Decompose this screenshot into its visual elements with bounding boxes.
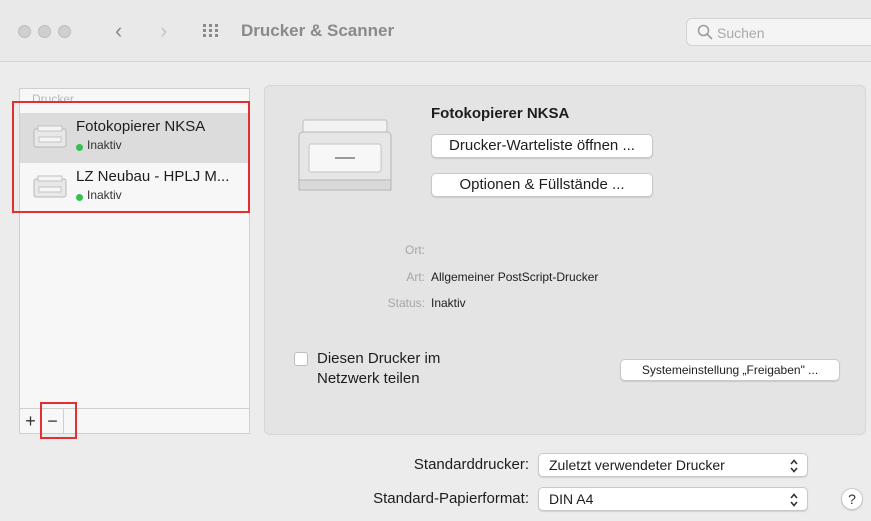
printer-list-item[interactable]: LZ Neubau - HPLJ M... Inaktiv — [20, 163, 249, 213]
printer-status: Inaktiv — [87, 138, 122, 152]
default-printer-select[interactable]: Zuletzt verwendeter Drucker — [538, 453, 808, 477]
window-title: Drucker & Scanner — [241, 21, 395, 40]
search-field[interactable] — [686, 18, 871, 46]
show-all-button[interactable] — [203, 22, 219, 38]
printer-name: Fotokopierer NKSA — [76, 118, 206, 135]
default-printer-label: Standarddrucker: — [413, 456, 529, 473]
printer-name: LZ Neubau - HPLJ M... — [76, 168, 230, 185]
printer-status: Inaktiv — [87, 188, 122, 202]
paper-size-value: DIN A4 — [549, 491, 594, 507]
share-printer-label[interactable]: Diesen Drucker im Netzwerk teilen — [317, 349, 497, 389]
location-label: Ort: — [405, 243, 425, 257]
paper-size-label: Standard-Papierformat: — [373, 490, 529, 507]
status-dot — [76, 194, 83, 201]
zoom-window-button[interactable] — [58, 25, 71, 38]
search-input[interactable] — [717, 23, 867, 43]
chevron-right-icon: › — [160, 18, 168, 43]
status-value: Inaktiv — [431, 296, 466, 310]
kind-label: Art: — [406, 270, 425, 284]
share-printer-checkbox[interactable] — [294, 352, 308, 366]
printer-icon — [33, 125, 67, 148]
title-bar: ‹ › Drucker & Scanner — [0, 0, 871, 62]
printer-detail-panel: Fotokopierer NKSA Drucker-Warteliste öff… — [264, 85, 866, 435]
selected-printer-name: Fotokopierer NKSA — [431, 105, 570, 122]
status-label: Status: — [387, 296, 425, 310]
options-supplies-button[interactable]: Optionen & Füllstände ... — [431, 173, 653, 197]
forward-button[interactable]: › — [160, 18, 167, 44]
minimize-window-button[interactable] — [38, 25, 51, 38]
close-window-button[interactable] — [18, 25, 31, 38]
printer-icon — [298, 119, 392, 191]
status-dot — [76, 144, 83, 151]
printer-list: Drucker Fotokopierer NKSA Inaktiv LZ Neu… — [19, 88, 250, 408]
sharing-preferences-button[interactable]: Systemeinstellung „Freigaben" ... — [620, 359, 840, 381]
paper-size-select[interactable]: DIN A4 — [538, 487, 808, 511]
default-printer-value: Zuletzt verwendeter Drucker — [549, 457, 725, 473]
printer-list-item[interactable]: Fotokopierer NKSA Inaktiv — [20, 113, 249, 163]
help-button[interactable]: ? — [841, 488, 863, 510]
back-button[interactable]: ‹ — [115, 18, 122, 44]
show-all-grid-icon — [203, 24, 218, 37]
open-print-queue-button[interactable]: Drucker-Warteliste öffnen ... — [431, 134, 653, 158]
chevron-up-down-icon — [790, 493, 798, 507]
chevron-left-icon: ‹ — [115, 18, 123, 43]
chevron-up-down-icon — [790, 459, 798, 473]
search-icon — [697, 24, 713, 40]
add-printer-button[interactable]: + — [20, 409, 42, 433]
printer-list-toolbar: + − — [19, 408, 250, 434]
remove-printer-button[interactable]: − — [42, 409, 64, 433]
kind-value: Allgemeiner PostScript-Drucker — [431, 270, 599, 284]
printer-list-header: Drucker — [32, 92, 75, 106]
printer-icon — [33, 175, 67, 198]
